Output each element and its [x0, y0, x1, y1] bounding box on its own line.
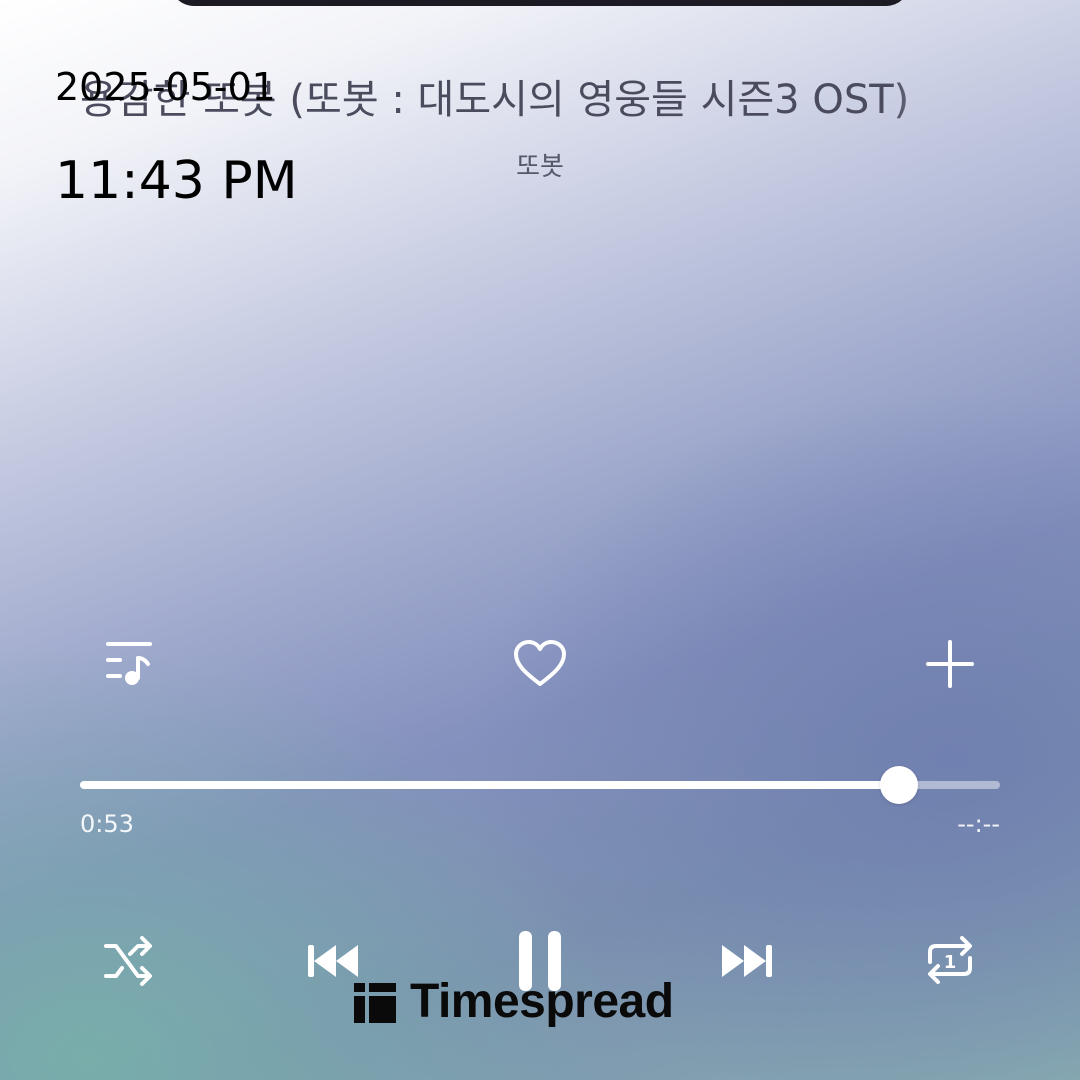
playlist-music-icon — [106, 642, 152, 685]
repeat-button[interactable]: 1 — [920, 930, 980, 990]
shuffle-button[interactable] — [100, 932, 160, 990]
add-to-playlist-button[interactable] — [920, 634, 980, 694]
album-art-edge — [170, 0, 910, 6]
progress-thumb[interactable] — [879, 766, 918, 804]
total-time: --:-- — [957, 810, 1000, 838]
shuffle-icon — [104, 936, 152, 986]
playlist-button[interactable] — [100, 636, 160, 692]
heart-outline-icon — [514, 640, 566, 686]
repeat-one-badge: 1 — [944, 952, 957, 973]
progress-fill — [80, 781, 899, 789]
skip-previous-icon — [308, 945, 358, 977]
elapsed-time: 0:53 — [80, 810, 134, 838]
progress-bar[interactable] — [80, 766, 1000, 804]
skip-next-icon — [722, 945, 772, 977]
timestamp-time: 11:43 PM — [55, 151, 298, 211]
timestamp-date: 2025-05-01 — [55, 65, 276, 109]
repeat-one-icon: 1 — [928, 936, 972, 984]
next-button[interactable] — [714, 934, 778, 988]
watermark-brand: Timespread — [410, 975, 674, 1028]
like-button[interactable] — [510, 634, 570, 694]
watermark: Timespread — [354, 976, 674, 1028]
timespread-logo-icon — [354, 983, 396, 1023]
plus-icon — [926, 640, 974, 688]
